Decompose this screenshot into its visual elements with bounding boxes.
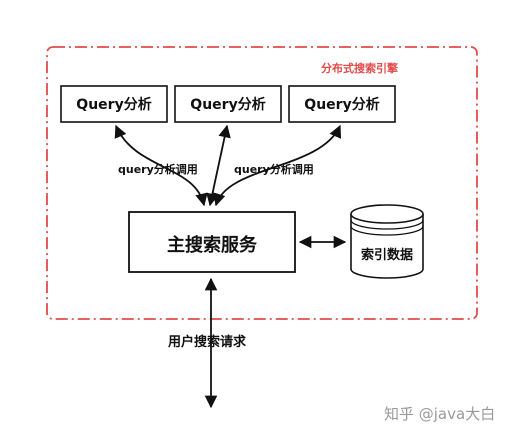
query-box-label: Query分析 xyxy=(304,97,380,113)
region-label: 分布式搜索引擎 xyxy=(321,62,398,75)
arrow-query-middle xyxy=(206,124,231,207)
watermark: 知乎 @java大白 xyxy=(384,405,496,423)
edge-label-left: query分析调用 xyxy=(118,163,198,176)
edge-label-right: query分析调用 xyxy=(234,163,314,176)
index-data-label: 索引数据 xyxy=(360,248,413,263)
diagram-canvas: 分布式搜索引擎 Query分析 Query分析 Query分析 query分析调… xyxy=(0,0,508,437)
query-box-label: Query分析 xyxy=(76,97,152,113)
query-box-label: Query分析 xyxy=(190,97,266,113)
diagram-graphics xyxy=(46,46,478,409)
user-request-label: 用户搜索请求 xyxy=(168,335,247,350)
main-service-label: 主搜索服务 xyxy=(167,235,257,256)
database-icon xyxy=(350,204,424,279)
